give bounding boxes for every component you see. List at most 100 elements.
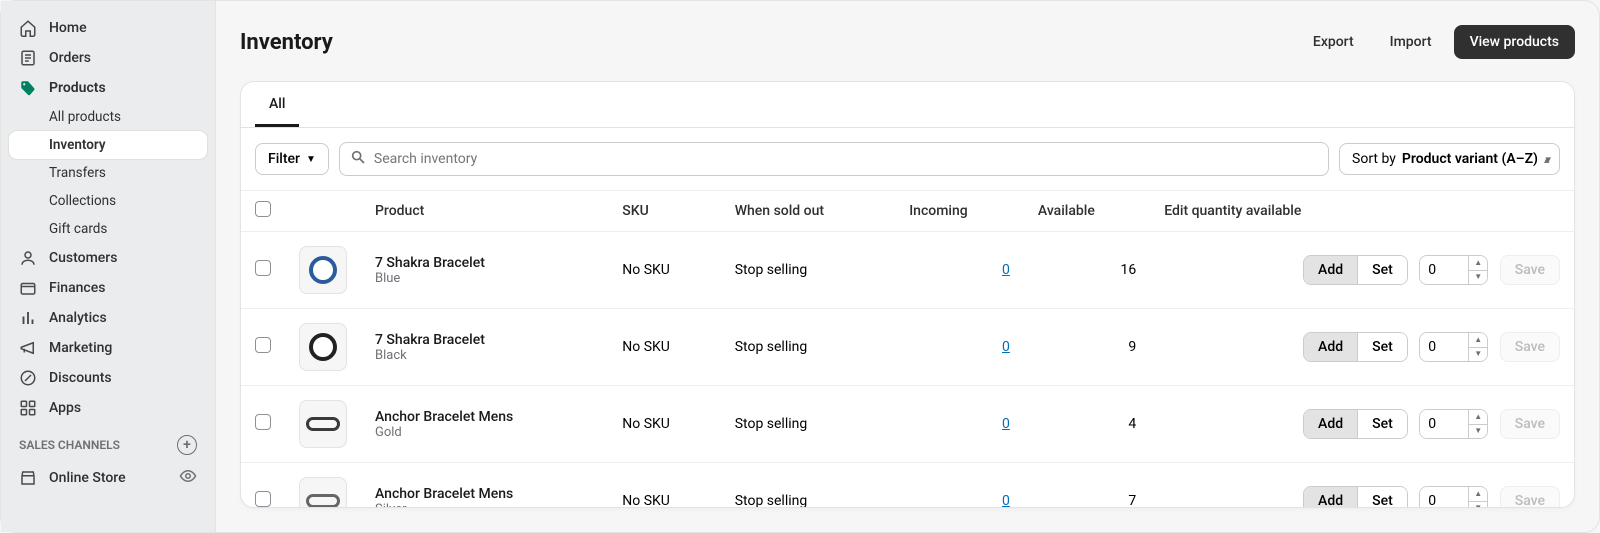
add-set-toggle[interactable]: Add Set <box>1303 255 1408 285</box>
set-button[interactable]: Set <box>1357 256 1407 284</box>
sidebar-item-customers[interactable]: Customers <box>9 243 207 273</box>
sidebar-subitem-inventory[interactable]: Inventory <box>9 131 207 159</box>
product-name[interactable]: 7 Shakra Bracelet <box>375 332 594 348</box>
product-name[interactable]: Anchor Bracelet Mens <box>375 486 594 502</box>
add-button[interactable]: Add <box>1304 256 1357 284</box>
toolbar: Filter ▼ Sort by Product variant (A–Z) ▴… <box>241 128 1574 190</box>
sidebar-item-analytics[interactable]: Analytics <box>9 303 207 333</box>
sidebar-item-finances[interactable]: Finances <box>9 273 207 303</box>
qty-up-button[interactable]: ▲ <box>1469 410 1487 424</box>
qty-down-button[interactable]: ▼ <box>1469 424 1487 439</box>
incoming-link[interactable]: 0 <box>1002 493 1010 508</box>
qty-down-button[interactable]: ▼ <box>1469 501 1487 509</box>
set-button[interactable]: Set <box>1357 487 1407 508</box>
add-set-toggle[interactable]: Add Set <box>1303 409 1408 439</box>
col-available[interactable]: Available <box>1024 191 1150 232</box>
row-checkbox[interactable] <box>255 414 271 430</box>
qty-input[interactable]: ▲ ▼ <box>1419 409 1488 439</box>
channel-online-store[interactable]: Online Store <box>9 461 207 495</box>
row-checkbox[interactable] <box>255 491 271 507</box>
col-product[interactable]: Product <box>361 191 608 232</box>
incoming-link[interactable]: 0 <box>1002 416 1010 432</box>
sidebar-subitem-transfers[interactable]: Transfers <box>9 159 207 187</box>
add-set-toggle[interactable]: Add Set <box>1303 332 1408 362</box>
product-variant: Black <box>375 348 594 363</box>
sort-prefix: Sort by <box>1352 151 1396 167</box>
search-input[interactable] <box>374 151 1318 167</box>
home-icon <box>19 19 37 37</box>
add-channel-button[interactable]: + <box>177 435 197 455</box>
qty-down-button[interactable]: ▼ <box>1469 347 1487 362</box>
qty-input[interactable]: ▲ ▼ <box>1419 486 1488 508</box>
col-when-sold-out[interactable]: When sold out <box>721 191 896 232</box>
product-name[interactable]: 7 Shakra Bracelet <box>375 255 594 271</box>
save-button[interactable]: Save <box>1500 332 1560 362</box>
filter-button[interactable]: Filter ▼ <box>255 143 329 175</box>
sidebar-subitem-collections[interactable]: Collections <box>9 187 207 215</box>
add-button[interactable]: Add <box>1304 487 1357 508</box>
qty-field[interactable] <box>1420 256 1468 284</box>
col-incoming[interactable]: Incoming <box>895 191 1024 232</box>
add-button[interactable]: Add <box>1304 410 1357 438</box>
select-all-checkbox[interactable] <box>255 201 271 217</box>
row-checkbox[interactable] <box>255 260 271 276</box>
qty-up-button[interactable]: ▲ <box>1469 333 1487 347</box>
incoming-link[interactable]: 0 <box>1002 339 1010 355</box>
inventory-card: All Filter ▼ Sort by Product variant (A–… <box>240 81 1575 508</box>
product-thumb[interactable] <box>299 323 347 371</box>
qty-spinner: ▲ ▼ <box>1468 256 1487 284</box>
page-title: Inventory <box>240 30 333 55</box>
sidebar-item-home[interactable]: Home <box>9 13 207 43</box>
search-input-wrap[interactable] <box>339 142 1329 176</box>
product-name[interactable]: Anchor Bracelet Mens <box>375 409 594 425</box>
sku-cell: No SKU <box>608 463 720 509</box>
product-thumb[interactable] <box>299 246 347 294</box>
product-thumb[interactable] <box>299 400 347 448</box>
sidebar-subitem-all-products[interactable]: All products <box>9 103 207 131</box>
view-products-button[interactable]: View products <box>1454 25 1575 59</box>
incoming-link[interactable]: 0 <box>1002 262 1010 278</box>
add-set-toggle[interactable]: Add Set <box>1303 486 1408 508</box>
sidebar-item-products[interactable]: Products <box>9 73 207 103</box>
sort-arrows-icon: ▴▾ <box>1544 153 1547 166</box>
sidebar-item-marketing[interactable]: Marketing <box>9 333 207 363</box>
view-store-icon[interactable] <box>179 467 197 489</box>
qty-input[interactable]: ▲ ▼ <box>1419 332 1488 362</box>
search-icon <box>350 149 366 169</box>
tab-all[interactable]: All <box>255 84 299 127</box>
sidebar-item-discounts[interactable]: Discounts <box>9 363 207 393</box>
row-checkbox[interactable] <box>255 337 271 353</box>
qty-field[interactable] <box>1420 410 1468 438</box>
product-thumb[interactable] <box>299 477 347 508</box>
qty-field[interactable] <box>1420 487 1468 508</box>
sidebar-item-apps[interactable]: Apps <box>9 393 207 423</box>
qty-input[interactable]: ▲ ▼ <box>1419 255 1488 285</box>
sort-button[interactable]: Sort by Product variant (A–Z) ▴▾ <box>1339 143 1560 175</box>
products-icon <box>19 79 37 97</box>
available-cell: 16 <box>1024 232 1150 309</box>
orders-icon <box>19 49 37 67</box>
save-button[interactable]: Save <box>1500 486 1560 508</box>
save-button[interactable]: Save <box>1500 255 1560 285</box>
col-sku[interactable]: SKU <box>608 191 720 232</box>
set-button[interactable]: Set <box>1357 333 1407 361</box>
qty-up-button[interactable]: ▲ <box>1469 256 1487 270</box>
set-button[interactable]: Set <box>1357 410 1407 438</box>
when-sold-out-cell: Stop selling <box>721 232 896 309</box>
sidebar-item-orders[interactable]: Orders <box>9 43 207 73</box>
export-button[interactable]: Export <box>1299 26 1368 58</box>
tabs: All <box>241 82 1574 128</box>
qty-field[interactable] <box>1420 333 1468 361</box>
qty-down-button[interactable]: ▼ <box>1469 270 1487 285</box>
qty-up-button[interactable]: ▲ <box>1469 487 1487 501</box>
save-button[interactable]: Save <box>1500 409 1560 439</box>
sort-value: Product variant (A–Z) <box>1402 151 1538 167</box>
main-content: Inventory Export Import View products Al… <box>216 1 1599 532</box>
sidebar-item-label: Apps <box>49 400 81 416</box>
qty-spinner: ▲ ▼ <box>1468 333 1487 361</box>
add-button[interactable]: Add <box>1304 333 1357 361</box>
sidebar-subitem-gift-cards[interactable]: Gift cards <box>9 215 207 243</box>
available-cell: 9 <box>1024 309 1150 386</box>
import-button[interactable]: Import <box>1376 26 1446 58</box>
customers-icon <box>19 249 37 267</box>
